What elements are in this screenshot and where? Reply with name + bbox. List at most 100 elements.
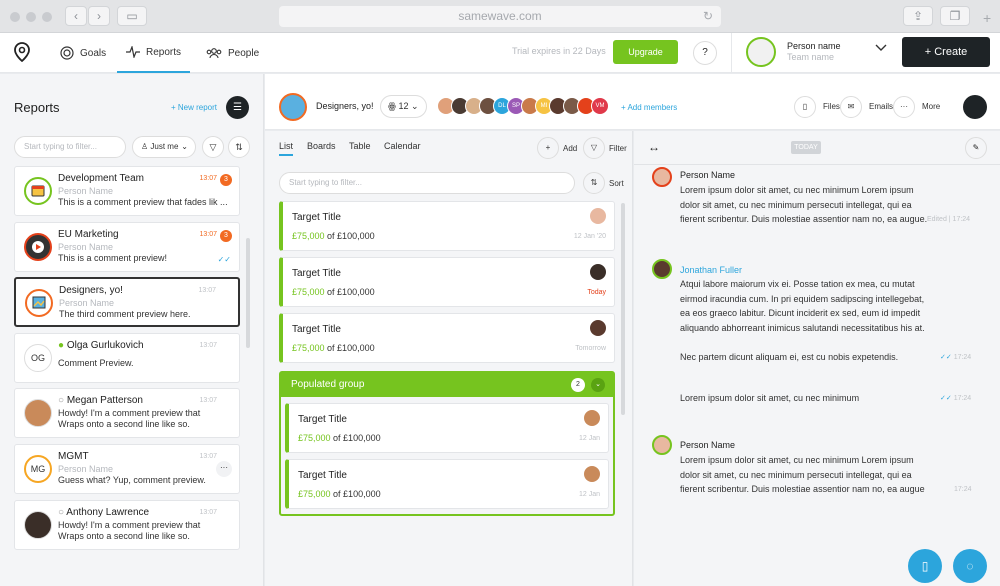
person-icon: ♙ <box>141 142 149 151</box>
scrollbar[interactable] <box>621 203 625 415</box>
message-author: Jonathan Fuller <box>680 265 743 275</box>
minimize-window-dot[interactable] <box>26 12 36 22</box>
just-me-label: Just me <box>150 142 179 151</box>
avatar[interactable] <box>590 320 606 336</box>
sort-button[interactable]: ⇅ Sort <box>583 172 624 194</box>
avatar[interactable] <box>584 466 600 482</box>
avatar[interactable] <box>652 167 672 187</box>
location-logo-icon[interactable] <box>13 42 31 67</box>
list-item-title-text: Megan Patterson <box>66 395 143 406</box>
new-report-link[interactable]: + New report <box>171 103 217 112</box>
chevron-down-icon[interactable] <box>875 44 887 55</box>
avatar[interactable] <box>963 95 987 119</box>
task-target: of £100,000 <box>324 343 375 353</box>
timestamp: 13:07 <box>198 287 216 294</box>
pin-icon[interactable]: ✎ <box>965 137 987 159</box>
more-button[interactable]: ··· More <box>893 95 940 118</box>
task-target: of £100,000 <box>330 489 381 499</box>
task-group: Populated group 2 ⌄ Target Title £75,000… <box>279 371 615 516</box>
list-item-preview: This is a comment preview that fades lik… <box>58 197 228 207</box>
files-button[interactable]: ▯ Files <box>794 95 840 118</box>
list-item[interactable]: Development Team Person Name This is a c… <box>14 166 240 216</box>
list-item-title: MGMT <box>58 451 89 462</box>
read-ticks-icon: ✓✓ <box>940 354 954 361</box>
just-me-dropdown[interactable]: ♙ Just me ⌄ <box>132 136 196 158</box>
group-title: Populated group <box>291 379 365 390</box>
avatar[interactable] <box>652 259 672 279</box>
person-name: Person name <box>787 41 841 51</box>
chevron-down-icon[interactable]: ⌄ <box>591 378 605 392</box>
task-card[interactable]: Target Title £75,000 of £100,000 12 Jan <box>285 459 609 509</box>
list-item[interactable]: ○ Anthony Lawrence Howdy! I'm a comment … <box>14 500 240 550</box>
pulse-icon <box>125 46 140 58</box>
list-item-title: Development Team <box>58 173 144 184</box>
tab-boards[interactable]: Boards <box>307 141 336 154</box>
share-icon[interactable]: ⇪ <box>903 6 933 26</box>
scrollbar[interactable] <box>246 238 250 348</box>
nav-goals[interactable]: Goals <box>60 33 106 73</box>
task-card[interactable]: Target Title £75,000 of £100,000 Today <box>279 257 615 307</box>
group-header[interactable]: Populated group 2 ⌄ <box>281 373 613 397</box>
avatar <box>24 511 52 539</box>
avatar[interactable] <box>746 37 776 67</box>
avatar[interactable] <box>590 208 606 224</box>
back-icon[interactable]: ‹ <box>65 6 87 26</box>
easel-icon[interactable] <box>279 93 307 121</box>
filter-input[interactable]: Start typing to filter... <box>14 136 126 158</box>
nav-reports[interactable]: Reports <box>117 33 190 73</box>
avatar[interactable]: VM <box>591 97 609 115</box>
tabs-icon[interactable]: ❐ <box>940 6 970 26</box>
list-item-title-text: Anthony Lawrence <box>66 507 150 518</box>
url-bar[interactable]: samewave.com ↻ <box>279 6 721 27</box>
timestamp: 13:07 <box>199 453 217 460</box>
add-button[interactable]: + Add <box>537 137 577 159</box>
more-options-icon[interactable]: ··· <box>216 461 232 477</box>
list-item-subtitle: Person Name <box>59 298 115 308</box>
sort-icon[interactable]: ⇅ <box>228 136 250 158</box>
list-item[interactable]: Designers, yo! Person Name The third com… <box>14 277 240 327</box>
filter-icon: ▽ <box>583 137 605 159</box>
upgrade-button[interactable]: Upgrade <box>613 40 678 64</box>
expand-icon[interactable]: ↔ <box>648 140 660 154</box>
list-filter-input[interactable]: Start typing to filter... <box>279 172 575 194</box>
new-document-button[interactable]: ▯ <box>908 549 942 583</box>
list-item[interactable]: EU Marketing Person Name This is a comme… <box>14 222 240 272</box>
task-target: of £100,000 <box>324 231 375 241</box>
task-card[interactable]: Target Title £75,000 of £100,000 12 Jan … <box>279 201 615 251</box>
add-members-link[interactable]: + Add members <box>621 103 677 112</box>
task-date: 12 Jan <box>578 491 600 498</box>
member-count: 12 <box>398 101 409 111</box>
avatar[interactable] <box>590 264 606 280</box>
sidebar-toggle-icon[interactable]: ▭ <box>117 6 147 26</box>
forward-icon[interactable]: › <box>88 6 110 26</box>
emails-button[interactable]: ✉ Emails <box>840 95 893 118</box>
task-card[interactable]: Target Title £75,000 of £100,000 12 Jan <box>285 403 609 453</box>
help-button[interactable]: ? <box>693 41 717 65</box>
tab-list[interactable]: List <box>279 141 294 156</box>
task-card[interactable]: Target Title £75,000 of £100,000 Tomorro… <box>279 313 615 363</box>
nav-people[interactable]: People <box>206 33 259 73</box>
chat-support-button[interactable]: ◌ <box>953 549 987 583</box>
task-title: Target Title <box>298 414 347 425</box>
filter-button[interactable]: ▽ Filter <box>583 137 627 159</box>
avatar[interactable] <box>652 435 672 455</box>
add-label: Add <box>563 143 578 153</box>
zoom-window-dot[interactable] <box>42 12 52 22</box>
list-item[interactable]: ○ Megan Patterson Howdy! I'm a comment p… <box>14 388 240 438</box>
read-ticks-icon: ✓✓ <box>217 255 231 264</box>
list-item-subtitle: Person Name <box>58 464 114 474</box>
filter-icon[interactable]: ▽ <box>202 136 224 158</box>
tab-calendar[interactable]: Calendar <box>384 141 421 154</box>
tab-table[interactable]: Table <box>349 141 371 154</box>
browser-chrome: ‹ › ▭ samewave.com ↻ ⇪ ❐ + <box>0 0 1000 33</box>
list-item[interactable]: OG ● Olga Gurlukovich Comment Preview. 1… <box>14 333 240 383</box>
create-button[interactable]: + Create <box>902 37 990 67</box>
reload-icon[interactable]: ↻ <box>703 6 713 27</box>
close-window-dot[interactable] <box>10 12 20 22</box>
avatar[interactable] <box>584 410 600 426</box>
list-menu-button[interactable]: ☰ <box>226 96 249 119</box>
list-item[interactable]: MG MGMT Person Name Guess what? Yup, com… <box>14 444 240 494</box>
message-text: Atqui labore maiorum vix ei. Posse tatio… <box>680 279 925 333</box>
new-tab-icon[interactable]: + <box>983 10 991 26</box>
members-dropdown[interactable]: ꙮ 12 ⌄ <box>380 95 427 118</box>
